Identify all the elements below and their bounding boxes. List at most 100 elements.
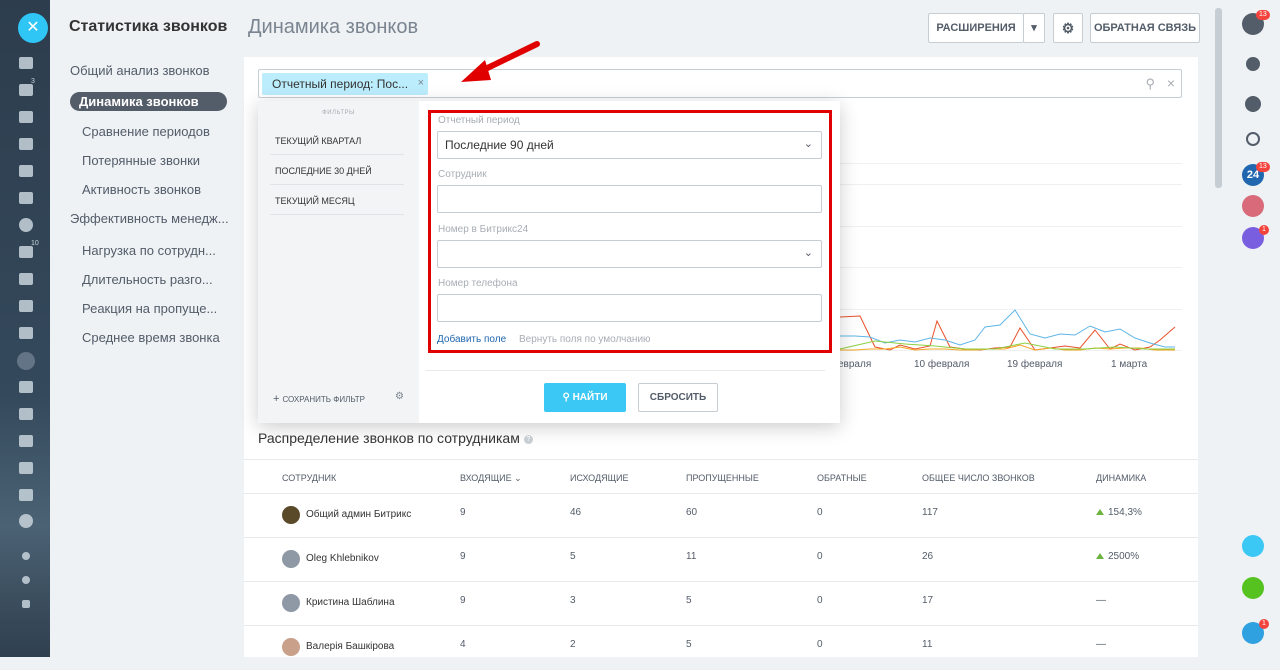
help-icon[interactable]: ?: [523, 434, 533, 444]
series-missed-line: [839, 315, 1176, 351]
nav-item-period-compare[interactable]: Сравнение периодов: [82, 124, 210, 139]
chevron-down-icon: ⌄: [514, 473, 522, 483]
calendar-icon[interactable]: [19, 300, 33, 312]
nav-item-call-activity[interactable]: Активность звонков: [82, 182, 201, 197]
feed-icon[interactable]: [19, 57, 33, 69]
left-rail: ✕ 3 10: [0, 0, 50, 657]
nav-item-general-analysis[interactable]: Общий анализ звонков: [70, 63, 210, 78]
period-select-value: Последние 90 дней: [445, 138, 554, 152]
dynamics-text: 2500%: [1108, 551, 1140, 562]
nav-item-call-duration[interactable]: Длительность разго...: [82, 272, 213, 287]
table-row[interactable]: Общий админ Битрикс 9 46 60 0 117 154,3%: [244, 494, 1198, 538]
nav-item-missed-reaction[interactable]: Реакция на пропуще...: [82, 301, 217, 316]
nav-item-lost-calls[interactable]: Потерянные звонки: [82, 153, 200, 168]
dynamics-value: —: [1096, 595, 1106, 606]
dynamics-value: 154,3%: [1096, 507, 1142, 518]
settings-icon[interactable]: [22, 576, 30, 584]
filter-presets-panel: ФИЛЬТРЫ ТЕКУЩИЙ КВАРТАЛ ПОСЛЕДНИЕ 30 ДНЕ…: [258, 101, 419, 423]
search-icon[interactable]: [1246, 132, 1260, 146]
filter-chip[interactable]: Отчетный период: Пос... ×: [262, 73, 428, 95]
period-select[interactable]: Последние 90 дней ⌄: [437, 131, 822, 159]
col-total[interactable]: ОБЩЕЕ ЧИСЛО ЗВОНКОВ: [922, 473, 1035, 483]
phone-input[interactable]: [437, 294, 822, 322]
total-value: 26: [922, 551, 934, 562]
preset-last-30-days[interactable]: ПОСЛЕДНИЕ 30 ДНЕЙ: [270, 155, 404, 185]
table-row[interactable]: Кристина Шаблина 9 3 5 0 17 —: [244, 582, 1198, 626]
employee-input[interactable]: [437, 185, 822, 213]
col-callback[interactable]: ОБРАТНЫЕ: [817, 473, 867, 483]
outgoing-value: 5: [570, 551, 576, 562]
table-row[interactable]: Валерія Башкірова 4 2 5 0 11 —: [244, 626, 1198, 670]
col-incoming[interactable]: ВХОДЯЩИЕ ⌄: [460, 473, 522, 484]
add-field-link[interactable]: Добавить поле: [437, 334, 506, 345]
nav-item-manager-efficiency[interactable]: Эффективность менедж...: [70, 211, 229, 226]
total-value: 17: [922, 595, 934, 606]
preset-current-month[interactable]: ТЕКУЩИЙ МЕСЯЦ: [270, 185, 404, 215]
restore-default-fields-link[interactable]: Вернуть поля по умолчанию: [519, 334, 651, 345]
clock-icon[interactable]: [19, 218, 33, 232]
document-icon[interactable]: [1242, 535, 1264, 557]
find-button[interactable]: ⚲ НАЙТИ: [544, 383, 626, 412]
find-button-label: НАЙТИ: [572, 392, 608, 403]
close-icon[interactable]: ×: [1167, 75, 1175, 91]
dot-icon[interactable]: [22, 552, 30, 560]
phone-icon[interactable]: [17, 352, 35, 370]
missed-value: 5: [686, 595, 692, 606]
chat-bubble-icon[interactable]: [1245, 96, 1261, 112]
employee-name[interactable]: Валерія Башкірова: [306, 641, 394, 652]
reset-button[interactable]: СБРОСИТЬ: [638, 383, 718, 412]
filter-icon[interactable]: [19, 246, 33, 258]
employee-name[interactable]: Кристина Шаблина: [306, 597, 395, 608]
image-icon[interactable]: [19, 408, 33, 420]
phone-field-label: Номер телефона: [438, 278, 518, 289]
employee-name[interactable]: Общий админ Битрикс: [306, 509, 411, 520]
search-icon[interactable]: ⚲: [1145, 76, 1155, 92]
series-incoming-line: [840, 309, 1175, 348]
book-icon[interactable]: [19, 273, 33, 285]
x-axis-label: евраля: [838, 359, 872, 370]
more-icon[interactable]: [19, 514, 33, 528]
shop-icon[interactable]: [19, 462, 33, 474]
nav-item-avg-call-time[interactable]: Среднее время звонка: [82, 330, 220, 345]
gear-icon[interactable]: ⚙: [395, 391, 404, 402]
user-icon[interactable]: [19, 489, 33, 501]
mail-icon[interactable]: [19, 138, 33, 150]
list-icon[interactable]: [19, 435, 33, 447]
chevron-down-icon: ▾: [1031, 22, 1037, 34]
preset-current-quarter[interactable]: ТЕКУЩИЙ КВАРТАЛ: [270, 125, 404, 155]
call-icon[interactable]: [1242, 577, 1264, 599]
dynamics-value: —: [1096, 639, 1106, 650]
col-dynamics[interactable]: ДИНАМИКА: [1096, 473, 1146, 483]
nav-item-employee-load[interactable]: Нагрузка по сотрудн...: [82, 243, 216, 258]
table-row[interactable]: Oleg Khlebnikov 9 5 11 0 26 2500%: [244, 538, 1198, 582]
tasks-icon[interactable]: [19, 84, 33, 96]
col-outgoing[interactable]: ИСХОДЯЩИЕ: [570, 473, 628, 483]
employee-name[interactable]: Oleg Khlebnikov: [306, 553, 379, 564]
close-icon[interactable]: ✕: [18, 13, 48, 43]
user-avatar-icon[interactable]: [1242, 195, 1264, 217]
dynamics-value: 2500%: [1096, 551, 1139, 562]
outgoing-value: 46: [570, 507, 582, 518]
col-employee[interactable]: СОТРУДНИК: [282, 473, 336, 483]
chat-icon[interactable]: [19, 111, 33, 123]
page-scrollbar[interactable]: [1213, 8, 1224, 657]
settings-button[interactable]: ⚙: [1053, 13, 1083, 43]
avatar: [282, 594, 300, 612]
plus-icon[interactable]: [22, 600, 30, 608]
extensions-button[interactable]: РАСШИРЕНИЯ: [928, 13, 1024, 43]
group-icon[interactable]: [19, 165, 33, 177]
extensions-dropdown-button[interactable]: ▾: [1023, 13, 1045, 43]
close-icon[interactable]: ×: [418, 77, 424, 89]
callback-value: 0: [817, 639, 823, 650]
bell-icon[interactable]: [1246, 57, 1260, 71]
bitrix-number-select[interactable]: ⌄: [437, 240, 822, 268]
col-missed[interactable]: ПРОПУЩЕННЫЕ: [686, 473, 759, 483]
drive-icon[interactable]: [19, 192, 33, 204]
nav-item-call-dynamics[interactable]: Динамика звонков: [70, 92, 227, 111]
tasks-count: 3: [31, 78, 35, 85]
feedback-button[interactable]: ОБРАТНАЯ СВЯЗЬ: [1090, 13, 1200, 43]
scrollbar-thumb[interactable]: [1215, 8, 1222, 188]
window-icon[interactable]: [19, 327, 33, 339]
robot-icon[interactable]: [19, 381, 33, 393]
save-filter-button[interactable]: + СОХРАНИТЬ ФИЛЬТР: [273, 393, 365, 405]
